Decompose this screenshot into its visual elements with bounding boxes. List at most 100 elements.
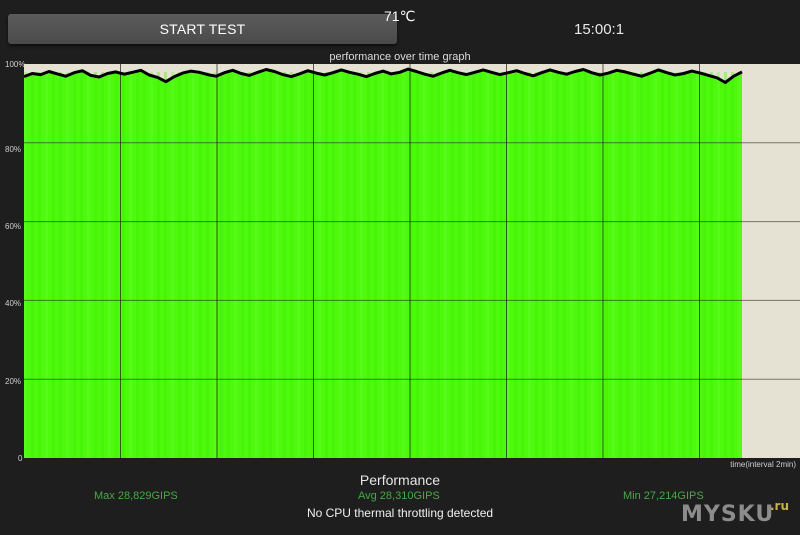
texture-stripe (584, 72, 587, 458)
texture-stripe (696, 72, 699, 458)
texture-stripe (332, 72, 335, 458)
texture-stripe (451, 72, 454, 458)
texture-stripe (290, 72, 293, 458)
texture-stripe (143, 72, 146, 458)
y-tick-label-80: 80% (5, 145, 22, 154)
start-test-button[interactable]: START TEST (8, 14, 397, 44)
texture-stripe (283, 72, 286, 458)
texture-stripe (647, 72, 650, 458)
texture-stripe (388, 72, 391, 458)
texture-stripe (577, 72, 580, 458)
texture-stripe (115, 72, 118, 458)
texture-stripe (248, 72, 251, 458)
max-performance: Max 28,829GIPS (94, 490, 178, 502)
texture-stripe (507, 72, 510, 458)
texture-stripe (472, 72, 475, 458)
texture-stripe (199, 72, 202, 458)
texture-stripe (612, 72, 615, 458)
texture-stripe (640, 72, 643, 458)
texture-stripe (59, 72, 62, 458)
texture-stripe (171, 72, 174, 458)
texture-stripe (150, 72, 153, 458)
texture-stripe (479, 72, 482, 458)
texture-stripe (668, 72, 671, 458)
texture-stripe (38, 72, 41, 458)
y-tick-label-100: 100% (5, 60, 26, 69)
texture-stripe (500, 72, 503, 458)
texture-stripe (129, 72, 132, 458)
texture-stripe (234, 72, 237, 458)
texture-stripe (374, 72, 377, 458)
texture-stripe (493, 72, 496, 458)
texture-stripe (661, 72, 664, 458)
y-tick-label-40: 40% (5, 299, 22, 308)
texture-stripe (458, 72, 461, 458)
texture-stripe (108, 72, 111, 458)
texture-stripe (486, 72, 489, 458)
texture-stripe (24, 72, 27, 458)
texture-stripe (73, 72, 76, 458)
texture-stripe (94, 72, 97, 458)
texture-stripe (724, 72, 727, 458)
texture-stripe (262, 72, 265, 458)
texture-stripe (598, 72, 601, 458)
texture-stripe (367, 72, 370, 458)
texture-stripe (220, 72, 223, 458)
texture-stripe (178, 72, 181, 458)
texture-stripe (241, 72, 244, 458)
texture-stripe (591, 72, 594, 458)
texture-stripe (514, 72, 517, 458)
texture-stripe (353, 72, 356, 458)
texture-stripe (444, 72, 447, 458)
texture-stripe (682, 72, 685, 458)
performance-graph-svg (24, 64, 800, 458)
texture-stripe (318, 72, 321, 458)
min-performance: Min 27,214GIPS (623, 490, 704, 502)
texture-stripe (619, 72, 622, 458)
texture-stripe (689, 72, 692, 458)
texture-stripe (52, 72, 55, 458)
x-axis-label: time(interval 2min) (730, 460, 796, 469)
texture-stripe (87, 72, 90, 458)
texture-stripe (626, 72, 629, 458)
texture-stripe (339, 72, 342, 458)
performance-graph (24, 64, 800, 458)
watermark-logo: MYSKU (681, 502, 775, 527)
texture-stripe (710, 72, 713, 458)
texture-stripe (528, 72, 531, 458)
texture-stripe (276, 72, 279, 458)
y-tick-label-60: 60% (5, 222, 22, 231)
texture-stripe (675, 72, 678, 458)
texture-stripe (703, 72, 706, 458)
texture-stripe (521, 72, 524, 458)
texture-stripe (395, 72, 398, 458)
avg-performance: Avg 28,310GIPS (358, 490, 440, 502)
texture-stripe (465, 72, 468, 458)
cpu-temperature: 71℃ (384, 8, 416, 24)
texture-stripe (192, 72, 195, 458)
texture-stripe (122, 72, 125, 458)
texture-stripe (381, 72, 384, 458)
texture-stripe (304, 72, 307, 458)
texture-stripe (654, 72, 657, 458)
texture-stripe (717, 72, 720, 458)
y-tick-label-20: 20% (5, 377, 22, 386)
texture-stripe (556, 72, 559, 458)
texture-stripe (227, 72, 230, 458)
graph-title: performance over time graph (329, 51, 471, 63)
texture-stripe (563, 72, 566, 458)
texture-stripe (213, 72, 216, 458)
watermark-suffix: .ru (770, 499, 790, 513)
texture-stripe (31, 72, 34, 458)
texture-stripe (101, 72, 104, 458)
texture-stripe (45, 72, 48, 458)
texture-stripe (542, 72, 545, 458)
texture-stripe (157, 72, 160, 458)
texture-stripe (206, 72, 209, 458)
texture-stripe (185, 72, 188, 458)
texture-stripe (549, 72, 552, 458)
texture-stripe (346, 72, 349, 458)
texture-stripe (269, 72, 272, 458)
texture-stripe (164, 72, 167, 458)
texture-stripe (360, 72, 363, 458)
